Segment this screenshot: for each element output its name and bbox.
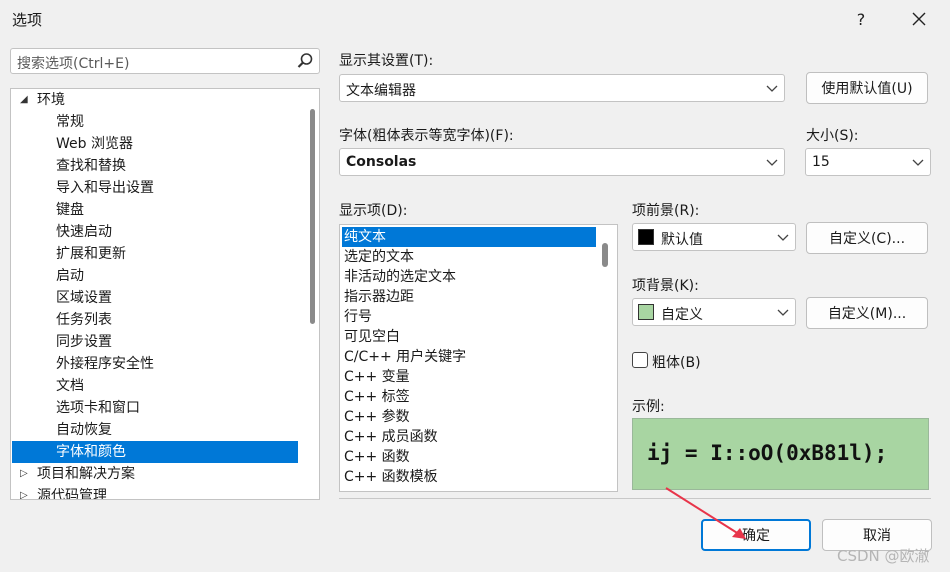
show-settings-select[interactable]: 文本编辑器	[339, 74, 785, 102]
tree-item[interactable]: 区域设置	[12, 287, 298, 309]
tree-item-environment[interactable]: ◢ 环境	[12, 89, 298, 111]
list-item[interactable]: 非活动的选定文本	[342, 267, 596, 287]
list-item[interactable]: C++ 参数	[342, 407, 596, 427]
list-item[interactable]: C++ 标签	[342, 387, 596, 407]
close-button[interactable]	[896, 0, 942, 38]
tree-item[interactable]: 启动	[12, 265, 298, 287]
background-select[interactable]: 自定义	[632, 298, 796, 326]
tree-scrollbar-thumb[interactable]	[310, 109, 315, 324]
size-label: 大小(S):	[806, 128, 859, 144]
background-custom-button[interactable]: 自定义(M)...	[806, 297, 928, 329]
search-input[interactable]: 搜索选项(Ctrl+E)	[10, 48, 320, 74]
tree-item[interactable]: 外接程序安全性	[12, 353, 298, 375]
search-icon[interactable]	[295, 51, 315, 75]
tree-scrollbar[interactable]	[309, 91, 317, 497]
tree-item[interactable]: 自动恢复	[12, 419, 298, 441]
use-defaults-button[interactable]: 使用默认值(U)	[806, 72, 928, 104]
tree-item[interactable]: 常规	[12, 111, 298, 133]
search-placeholder: 搜索选项(Ctrl+E)	[17, 56, 130, 72]
watermark: CSDN @欧澈	[837, 547, 930, 565]
tree-item-fonts-and-colors[interactable]: 字体和颜色	[12, 441, 298, 463]
size-select[interactable]: 15	[805, 148, 931, 176]
list-item[interactable]: 选定的文本	[342, 247, 596, 267]
tree-item[interactable]: 任务列表	[12, 309, 298, 331]
background-label: 项背景(K):	[632, 278, 699, 294]
background-swatch	[638, 304, 654, 320]
tree-item-source-control[interactable]: ▷ 源代码管理	[12, 485, 298, 499]
tree-item[interactable]: 导入和导出设置	[12, 177, 298, 199]
size-value: 15	[812, 154, 830, 170]
tree-item[interactable]: 查找和替换	[12, 155, 298, 177]
options-tree[interactable]: ◢ 环境 常规 Web 浏览器 查找和替换 导入和导出设置 键盘 快速启动 扩展…	[10, 88, 320, 500]
foreground-custom-button[interactable]: 自定义(C)...	[806, 222, 928, 254]
tree-item[interactable]: 选项卡和窗口	[12, 397, 298, 419]
window-title: 选项	[12, 11, 43, 29]
foreground-swatch	[638, 229, 654, 245]
tree-item[interactable]: Web 浏览器	[12, 133, 298, 155]
collapse-icon[interactable]: ◢	[20, 89, 28, 111]
chevron-down-icon	[766, 81, 778, 99]
sample-text: ij = I::oO(0xB81l);	[647, 441, 888, 465]
font-label: 字体(粗体表示等宽字体)(F):	[339, 128, 514, 144]
list-item[interactable]: C++ 变量	[342, 367, 596, 387]
chevron-down-icon	[777, 230, 789, 248]
list-item[interactable]: 指示器边距	[342, 287, 596, 307]
expand-icon[interactable]: ▷	[20, 485, 28, 499]
chevron-down-icon	[912, 155, 924, 173]
sample-label: 示例:	[632, 399, 665, 415]
list-item[interactable]: C++ 成员函数	[342, 427, 596, 447]
font-select[interactable]: Consolas	[339, 148, 785, 176]
divider	[339, 498, 931, 499]
bold-checkbox[interactable]	[632, 352, 648, 368]
show-settings-value: 文本编辑器	[346, 83, 416, 99]
list-item[interactable]: 可见空白	[342, 327, 596, 347]
list-item[interactable]: C++ 函数	[342, 447, 596, 467]
foreground-label: 项前景(R):	[632, 203, 700, 219]
tree-item-projects[interactable]: ▷ 项目和解决方案	[12, 463, 298, 485]
tree-item[interactable]: 键盘	[12, 199, 298, 221]
display-items-label: 显示项(D):	[339, 203, 408, 219]
background-value: 自定义	[661, 307, 703, 323]
tree-item[interactable]: 扩展和更新	[12, 243, 298, 265]
list-item[interactable]: C/C++ 用户关键字	[342, 347, 596, 367]
help-button[interactable]: ?	[838, 0, 884, 38]
list-item[interactable]: C++ 函数模板	[342, 467, 596, 487]
chevron-down-icon	[777, 305, 789, 323]
font-value: Consolas	[346, 154, 417, 170]
expand-icon[interactable]: ▷	[20, 463, 28, 485]
close-icon	[912, 12, 926, 26]
foreground-value: 默认值	[661, 232, 703, 248]
annotation-arrow	[665, 487, 746, 539]
title-bar: 选项 ?	[0, 0, 950, 38]
list-scrollbar-thumb[interactable]	[602, 243, 608, 267]
foreground-select[interactable]: 默认值	[632, 223, 796, 251]
list-item[interactable]: 行号	[342, 307, 596, 327]
tree-item[interactable]: 快速启动	[12, 221, 298, 243]
list-item-plain-text[interactable]: 纯文本	[342, 227, 596, 247]
bold-label: 粗体(B)	[652, 355, 701, 371]
tree-item[interactable]: 文档	[12, 375, 298, 397]
chevron-down-icon	[766, 155, 778, 173]
tree-item[interactable]: 同步设置	[12, 331, 298, 353]
show-settings-label: 显示其设置(T):	[339, 53, 434, 69]
display-items-list[interactable]: 纯文本 选定的文本 非活动的选定文本 指示器边距 行号 可见空白 C/C++ 用…	[339, 224, 618, 492]
